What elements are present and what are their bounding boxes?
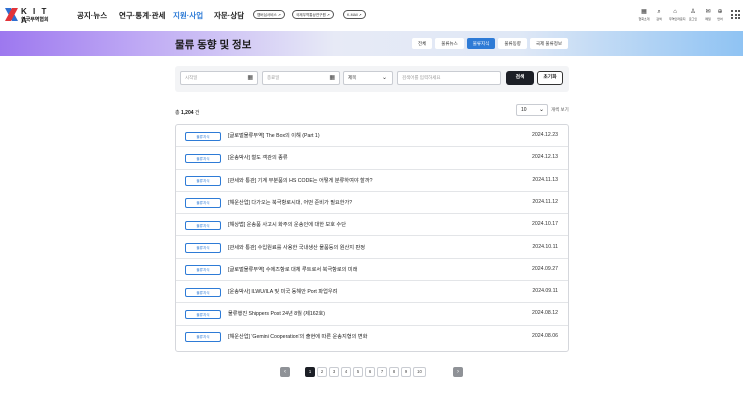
reset-button[interactable]: 초기화 (537, 71, 563, 85)
page-button[interactable]: 9 (401, 367, 411, 377)
list-item[interactable]: 물류지식 [해운산업] 다가오는 북극항로시대, 어떤 준비가 필요한가? 20… (176, 192, 568, 215)
page-button[interactable]: 6 (365, 367, 375, 377)
chevron-down-icon: ⌄ (381, 75, 387, 81)
nav-support[interactable]: 지원·사업 (173, 10, 203, 21)
util-mail[interactable]: ✉ 메일 (702, 9, 714, 21)
article-list: 물류지식 [글로벌물류무역] The Box의 이해 (Part 1) 2024… (175, 124, 569, 352)
search-icon: ⌕ (657, 9, 661, 15)
list-item[interactable]: 물류지식 물류행진 Shippers Post 24년 8월 (제162호) 2… (176, 303, 568, 326)
item-date: 2024.12.23 (532, 132, 558, 138)
total-count: 총 1,204 건 (175, 110, 200, 116)
logo-subtext: 한국무역협회 (21, 17, 49, 23)
next-page-button[interactable]: › (453, 367, 463, 377)
nav-news[interactable]: 공지·뉴스 (77, 10, 107, 21)
list-item[interactable]: 물류지식 [운송박사] ILWU/ILA 및 미국 동해안 Port 파업우려 … (176, 281, 568, 304)
item-date: 2024.12.13 (532, 154, 558, 161)
calendar-icon[interactable]: ▦ (247, 72, 253, 84)
quick-link-research-institute[interactable]: 국제무역통상연구원 ↗ (292, 10, 334, 19)
all-menu-grid-icon[interactable] (731, 10, 740, 19)
category-badge: 물류지식 (185, 176, 221, 186)
nav-consulting[interactable]: 자문·상담 (214, 10, 244, 21)
globe-icon: ⊕ (717, 9, 723, 15)
mail-icon: ✉ (705, 9, 711, 15)
list-item[interactable]: 물류지식 [해상법] 운송품 사고시 화주의 운송인에 대한 보호 수단 202… (176, 214, 568, 237)
end-date-field[interactable]: 종료일 ▦ (262, 71, 340, 85)
category-badge: 물류지식 (185, 309, 221, 320)
util-about[interactable]: ▦ 협회소개 (638, 9, 650, 21)
keyword-input[interactable]: 검색어를 입력하세요 (397, 71, 501, 85)
item-title[interactable]: [관세와 통관] 기계 부분품의 HS CODE는 어떻게 분류하여야 할까? (228, 177, 373, 184)
page-banner: 물류 동향 및 정보 전체 물류뉴스 물류지식 물류동향 국제 물류정보 (0, 31, 743, 56)
category-badge: 물류지식 (185, 265, 221, 275)
item-date: 2024.09.27 (532, 265, 558, 272)
list-item[interactable]: 물류지식 [관세와 통관] 기계 부분품의 HS CODE는 어떻게 분류하여야… (176, 170, 568, 192)
item-date: 2024.10.17 (532, 221, 558, 228)
page-button[interactable]: 4 (341, 367, 351, 377)
quick-link-kmall[interactable]: K-MAll ↗ (343, 10, 366, 19)
item-date: 2024.08.12 (532, 310, 558, 317)
util-search[interactable]: ⌕ 검색 (653, 9, 665, 21)
page-title: 물류 동향 및 정보 (175, 39, 252, 51)
item-title[interactable]: [글로벌물류무역] 수에즈항로 대체 루트로서 북극항로의 미래 (228, 266, 357, 273)
site-header: K I T A 한국무역협회 공지·뉴스 연구·통계·관세 지원·사업 자문·상… (0, 0, 743, 30)
page-button[interactable]: 5 (353, 367, 363, 377)
item-title[interactable]: [관세와 통관] 수입원료를 사용한 국내생산 물품등의 원산지 판정 (228, 244, 365, 251)
tab-logistics-news[interactable]: 물류뉴스 (435, 38, 464, 49)
category-badge: 물류지식 (185, 153, 221, 164)
list-item[interactable]: 물류지식 [해운산업] 'Gemini Cooperation'의 출현에 따른… (176, 326, 568, 348)
item-date: 2024.11.12 (532, 198, 558, 205)
search-field-select[interactable]: 제목 ⌄ (343, 71, 393, 85)
page-button[interactable]: 1 (305, 367, 315, 377)
category-badge: 물류지식 (185, 243, 221, 253)
item-title[interactable]: [해상법] 운송품 사고시 화주의 운송인에 대한 보호 수단 (228, 221, 346, 228)
calendar-icon[interactable]: ▦ (329, 72, 335, 84)
util-login[interactable]: ♙ 로그인 (687, 9, 699, 21)
list-item[interactable]: 물류지식 [글로벌물류무역] 수에즈항로 대체 루트로서 북극항로의 미래 20… (176, 259, 568, 282)
item-title[interactable]: [운송박사] 철도 객관의 종류 (228, 154, 288, 161)
quick-link-membership[interactable]: 멤버십서비스 ↗ (253, 10, 285, 19)
util-language[interactable]: ⊕ 언어 (714, 9, 726, 21)
tab-logistics-trends[interactable]: 물류동향 (498, 38, 527, 49)
category-tabs: 전체 물류뉴스 물류지식 물류동향 국제 물류정보 (411, 38, 568, 49)
item-title[interactable]: [해운산업] 'Gemini Cooperation'의 출현에 따른 운송지형… (228, 333, 367, 340)
item-title[interactable]: [글로벌물류무역] The Box의 이해 (Part 1) (228, 132, 320, 139)
tab-logistics-knowledge[interactable]: 물류지식 (466, 38, 496, 49)
util-lounge[interactable]: ⌂ 무역인라운지 (669, 9, 686, 21)
item-date: 2024.10.11 (532, 243, 558, 250)
page-button[interactable]: 2 (317, 367, 327, 377)
search-panel: 시작일 ▦ 종료일 ▦ 제목 ⌄ 검색어를 입력하세요 검색 초기화 (175, 66, 569, 92)
item-date: 2024.11.13 (532, 176, 558, 183)
category-badge: 물류지식 (185, 131, 221, 141)
building-icon: ▦ (641, 9, 647, 15)
nav-research[interactable]: 연구·통계·관세 (119, 10, 165, 21)
chevron-down-icon: ⌄ (538, 107, 544, 113)
kita-logo-mark-icon (5, 8, 18, 21)
search-button[interactable]: 검색 (506, 71, 534, 85)
start-date-field[interactable]: 시작일 ▦ (180, 71, 258, 85)
category-badge: 물류지식 (185, 287, 221, 298)
kita-logo[interactable]: K I T A 한국무역협회 (5, 7, 49, 25)
tab-all[interactable]: 전체 (411, 38, 433, 49)
page-button[interactable]: 7 (377, 367, 387, 377)
page-button[interactable]: 3 (329, 367, 339, 377)
page-size-select[interactable]: 10 ⌄ (516, 104, 548, 116)
list-item[interactable]: 물류지식 [운송박사] 철도 객관의 종류 2024.12.13 (176, 147, 568, 170)
page-size-label: 개씩 보기 (551, 107, 569, 112)
category-badge: 물류지식 (185, 332, 221, 342)
list-item[interactable]: 물류지식 [관세와 통관] 수입원료를 사용한 국내생산 물품등의 원산지 판정… (176, 237, 568, 259)
user-icon: ♙ (690, 9, 696, 15)
list-item[interactable]: 물류지식 [글로벌물류무역] The Box의 이해 (Part 1) 2024… (176, 125, 568, 148)
page-button[interactable]: 10 (413, 367, 426, 377)
tab-intl-logistics-info[interactable]: 국제 물류정보 (529, 38, 568, 49)
category-badge: 물류지식 (185, 198, 221, 208)
lounge-icon: ⌂ (673, 9, 677, 15)
item-title[interactable]: 물류행진 Shippers Post 24년 8월 (제162호) (228, 310, 325, 317)
page-button[interactable]: 8 (389, 367, 399, 377)
item-date: 2024.09.11 (532, 288, 558, 295)
prev-page-button[interactable]: ‹ (280, 367, 290, 377)
category-badge: 물류지식 (185, 220, 221, 231)
item-title[interactable]: [해운산업] 다가오는 북극항로시대, 어떤 준비가 필요한가? (228, 199, 352, 206)
item-date: 2024.08.06 (532, 332, 558, 339)
item-title[interactable]: [운송박사] ILWU/ILA 및 미국 동해안 Port 파업우려 (228, 288, 337, 295)
